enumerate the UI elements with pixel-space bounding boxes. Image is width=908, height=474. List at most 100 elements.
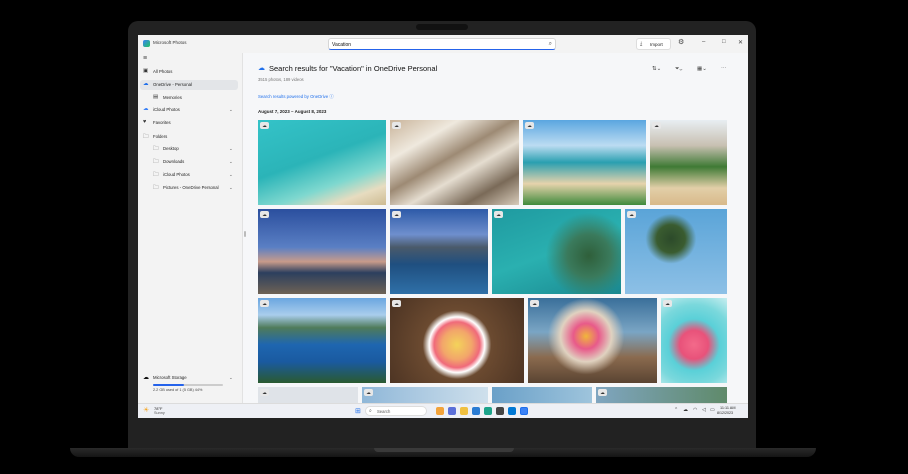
battery-icon[interactable]: ▭ bbox=[710, 407, 715, 413]
cloud-icon[interactable]: ☁ bbox=[683, 407, 688, 413]
windows-start-icon[interactable]: ⊞ bbox=[355, 407, 361, 415]
gear-icon[interactable]: ⚙ bbox=[678, 38, 684, 46]
sidebar-item-folders[interactable]: 🗀 Folders bbox=[140, 132, 238, 142]
taskbar-app-icon[interactable] bbox=[496, 407, 504, 415]
photo-thumbnail[interactable]: ☁ bbox=[258, 387, 358, 403]
taskbar-app-icon[interactable] bbox=[436, 407, 444, 415]
cloud-icon: ☁ bbox=[525, 122, 534, 129]
photo-thumbnail[interactable]: ☁ bbox=[390, 298, 524, 383]
chevron-down-icon[interactable]: ⌄ bbox=[229, 172, 233, 178]
cloud-icon: ☁ bbox=[260, 389, 269, 396]
hamburger-icon[interactable]: ≡ bbox=[143, 55, 147, 62]
taskbar-app-icon[interactable] bbox=[448, 407, 456, 415]
sidebar-item-memories[interactable]: ▤ Memories bbox=[140, 93, 238, 103]
photo-thumbnail[interactable] bbox=[492, 387, 592, 403]
taskbar-app-icon[interactable] bbox=[472, 407, 480, 415]
chevron-down-icon[interactable]: ⌄ bbox=[229, 159, 233, 165]
wifi-icon[interactable]: ◠ bbox=[693, 407, 697, 413]
search-icon: ⌕ bbox=[369, 408, 372, 414]
maximize-icon[interactable]: □ bbox=[722, 39, 726, 45]
photo-thumbnail[interactable]: ☁ bbox=[258, 298, 386, 383]
sun-icon[interactable]: ☀ bbox=[143, 406, 149, 414]
search-value: Vacation bbox=[332, 41, 352, 48]
storage-label[interactable]: Microsoft Storage bbox=[153, 375, 187, 380]
photo-thumbnail[interactable]: ☁ bbox=[390, 209, 488, 294]
photo-thumbnail[interactable]: ☁ bbox=[596, 387, 727, 403]
photo-thumbnail[interactable]: ☁ bbox=[523, 120, 646, 205]
taskbar-search-label: Search bbox=[377, 409, 391, 414]
cloud-icon: ☁ bbox=[652, 122, 661, 129]
import-button[interactable]: ⤓ Import bbox=[636, 38, 671, 50]
clock-time[interactable]: 11:11 AM bbox=[720, 406, 735, 410]
sidebar-item-icloud[interactable]: ☁ iCloud Photos ⌄ bbox=[140, 105, 238, 115]
chevron-up-icon[interactable]: ⌃ bbox=[674, 407, 678, 413]
title-bar: Microsoft Photos Vacation ⌕ ⤓ Import ⚙ –… bbox=[138, 35, 748, 53]
taskbar-app-icon[interactable] bbox=[508, 407, 516, 415]
cloud-icon: ☁ bbox=[598, 389, 607, 396]
photos-app-icon bbox=[143, 40, 150, 47]
sidebar-item-favorites[interactable]: ♥ Favorites bbox=[140, 118, 238, 128]
photo-thumbnail[interactable]: ☁ bbox=[528, 298, 657, 383]
search-input[interactable]: Vacation ⌕ bbox=[328, 38, 556, 50]
photo-thumbnail[interactable]: ☁ bbox=[362, 387, 488, 403]
cloud-icon: ☁ bbox=[364, 389, 373, 396]
camera-notch bbox=[416, 24, 468, 30]
cloud-icon: ☁ bbox=[260, 211, 269, 218]
clock-date[interactable]: 8/12/2023 bbox=[717, 411, 733, 415]
folder-icon: 🗀 bbox=[153, 146, 159, 152]
weather-description: Sunny bbox=[154, 411, 165, 415]
page-title: Search results for "Vacation" in OneDriv… bbox=[269, 64, 438, 73]
view-icon[interactable]: ▦⌄ bbox=[697, 66, 707, 72]
taskbar-app-icon[interactable] bbox=[460, 407, 468, 415]
close-icon[interactable]: ✕ bbox=[738, 39, 743, 46]
photo-thumbnail[interactable]: ☁ bbox=[661, 298, 727, 383]
cloud-icon: ☁ bbox=[258, 65, 265, 72]
cloud-icon: ☁ bbox=[392, 300, 401, 307]
sidebar: ≡ ▣ All Photos ☁ OneDrive - Personal ▤ M… bbox=[138, 53, 242, 403]
sidebar-item-downloads[interactable]: 🗀 Downloads ⌄ bbox=[140, 157, 238, 167]
chevron-down-icon[interactable]: ⌄ bbox=[229, 146, 233, 152]
filter-icon[interactable]: ⏷⌄ bbox=[675, 66, 682, 73]
cloud-icon: ☁ bbox=[143, 375, 149, 381]
taskbar-photos-icon[interactable] bbox=[520, 407, 528, 415]
storage-progress bbox=[153, 384, 223, 386]
cloud-icon: ☁ bbox=[260, 122, 269, 129]
import-label: Import bbox=[650, 42, 663, 47]
folder-icon: 🗀 bbox=[153, 185, 159, 191]
cloud-icon: ☁ bbox=[143, 81, 149, 87]
volume-icon[interactable]: ◁ bbox=[702, 407, 706, 413]
heart-icon: ♥ bbox=[143, 119, 147, 125]
cloud-icon: ☁ bbox=[627, 211, 636, 218]
sidebar-resize-handle[interactable] bbox=[244, 231, 246, 237]
photo-thumbnail[interactable]: ☁ bbox=[390, 120, 519, 205]
laptop-hinge bbox=[374, 448, 514, 452]
search-icon[interactable]: ⌕ bbox=[549, 41, 552, 48]
laptop-screen: Microsoft Photos Vacation ⌕ ⤓ Import ⚙ –… bbox=[138, 35, 748, 418]
photo-thumbnail[interactable]: ☁ bbox=[258, 120, 386, 205]
chevron-down-icon[interactable]: ⌄ bbox=[229, 107, 233, 113]
taskbar-app-icon[interactable] bbox=[484, 407, 492, 415]
photo-thumbnail[interactable]: ☁ bbox=[650, 120, 727, 205]
powered-by-link[interactable]: Search results powered by OneDrive ⓘ bbox=[258, 94, 334, 100]
folder-icon: 🗀 bbox=[143, 134, 149, 140]
sidebar-item-icloud-folder[interactable]: 🗀 iCloud Photos ⌄ bbox=[140, 170, 238, 180]
chevron-down-icon[interactable]: ⌄ bbox=[229, 375, 233, 381]
more-icon[interactable]: ⋯ bbox=[721, 66, 727, 72]
sort-icon[interactable]: ⇅⌄ bbox=[652, 66, 661, 72]
sidebar-item-desktop[interactable]: 🗀 Desktop ⌄ bbox=[140, 144, 238, 154]
cloud-icon: ☁ bbox=[392, 122, 401, 129]
photo-thumbnail[interactable]: ☁ bbox=[258, 209, 386, 294]
sidebar-item-onedrive[interactable]: ☁ OneDrive - Personal bbox=[140, 80, 238, 90]
memories-icon: ▤ bbox=[153, 94, 159, 100]
sidebar-item-pictures[interactable]: 🗀 Pictures - OneDrive Personal ⌄ bbox=[140, 183, 238, 193]
minimize-icon[interactable]: – bbox=[702, 39, 705, 45]
photo-thumbnail[interactable]: ☁ bbox=[625, 209, 727, 294]
photos-icon: ▣ bbox=[143, 68, 149, 74]
chevron-down-icon[interactable]: ⌄ bbox=[229, 185, 233, 191]
photo-thumbnail[interactable]: ☁ bbox=[492, 209, 621, 294]
cloud-icon: ☁ bbox=[260, 300, 269, 307]
taskbar-search[interactable]: ⌕ Search bbox=[365, 406, 427, 416]
sidebar-item-all-photos[interactable]: ▣ All Photos bbox=[140, 67, 238, 77]
storage-usage-text: 2.2 GB used of 1 (5 GB) 44% bbox=[153, 388, 203, 392]
storage-progress-fill bbox=[153, 384, 184, 386]
